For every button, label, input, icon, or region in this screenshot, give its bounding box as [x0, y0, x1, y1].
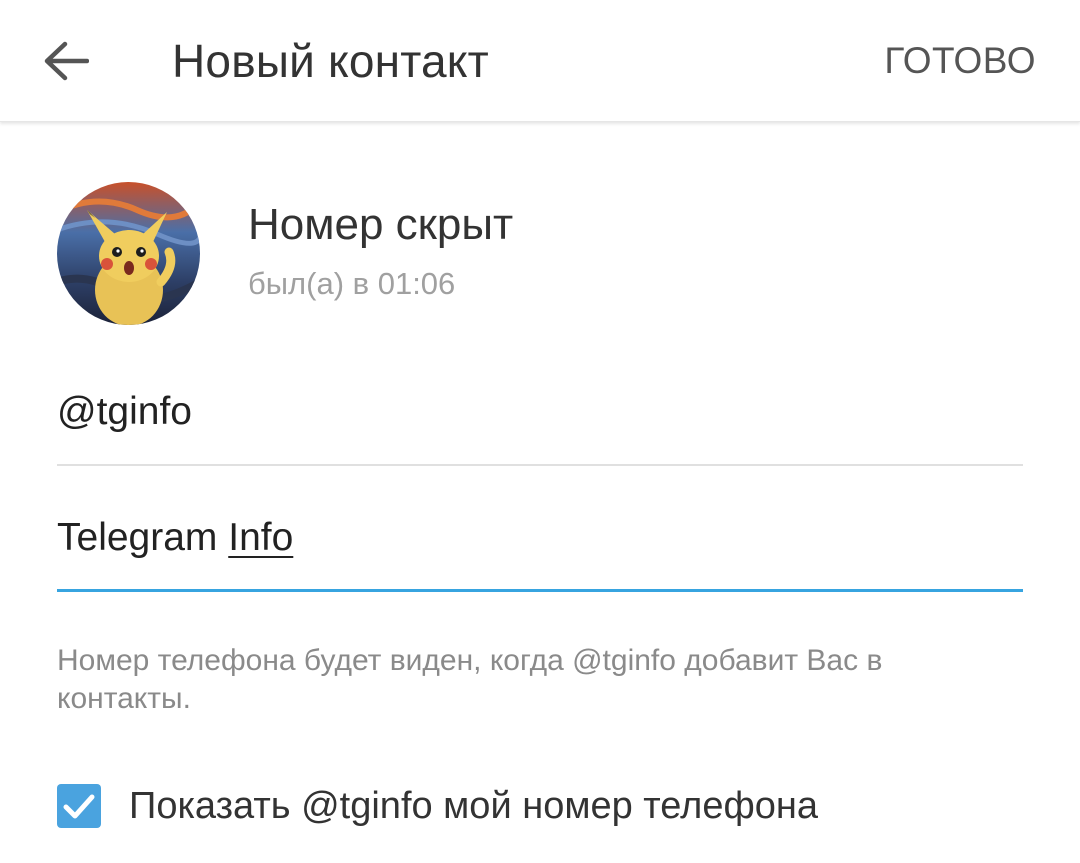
name-first-part: Telegram [57, 516, 229, 559]
name-field[interactable]: Telegram Info [57, 516, 1023, 592]
phone-visibility-hint: Номер телефона будет виден, когда @tginf… [57, 644, 883, 715]
share-phone-option[interactable]: Показать @tginfo мой номер телефона [57, 782, 818, 830]
name-second-part: Info [228, 516, 294, 559]
checkmark-icon [63, 794, 95, 819]
avatar[interactable] [57, 182, 200, 325]
share-phone-checkbox[interactable] [57, 784, 101, 828]
avatar-image [57, 182, 200, 325]
top-app-bar: Новый контакт ГОТОВО [0, 0, 1080, 122]
username-input[interactable] [57, 390, 1023, 434]
contact-name: Номер скрыт [248, 200, 514, 249]
page-title: Новый контакт [172, 35, 489, 87]
last-seen-status: был(а) в 01:06 [248, 266, 456, 301]
back-button[interactable] [30, 28, 102, 94]
username-field[interactable] [57, 390, 1023, 466]
share-phone-label: Показать @tginfo мой номер телефона [129, 784, 818, 827]
arrow-left-icon [44, 41, 89, 81]
done-button[interactable]: ГОТОВО [884, 40, 1036, 82]
